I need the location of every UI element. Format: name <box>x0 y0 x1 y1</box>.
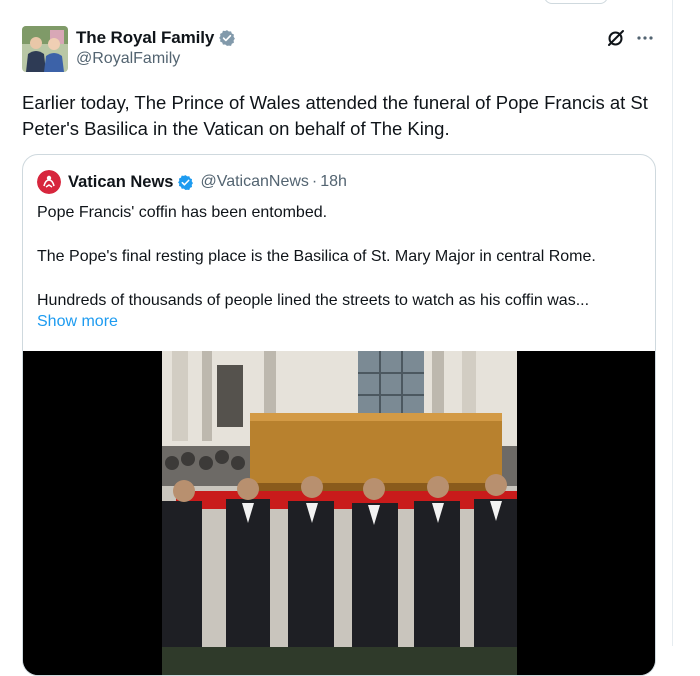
author-block: The Royal Family @RoyalFamily <box>76 27 236 68</box>
video-frame <box>162 351 517 675</box>
quoted-author-avatar[interactable] <box>37 170 61 194</box>
quoted-timestamp[interactable]: 18h <box>320 173 347 191</box>
quoted-tweet-card[interactable]: Vatican News @VaticanNews · 18h Pope Fra… <box>22 154 656 676</box>
more-icon[interactable] <box>634 28 656 48</box>
top-pill-button[interactable] <box>544 0 608 4</box>
tweet-text: Earlier today, The Prince of Wales atten… <box>22 92 648 139</box>
author-avatar[interactable] <box>22 26 68 72</box>
quoted-video[interactable] <box>23 351 655 675</box>
quoted-author-handle[interactable]: @VaticanNews <box>200 173 308 191</box>
quoted-paragraph: The Pope's final resting place is the Ba… <box>37 248 596 265</box>
author-handle[interactable]: @RoyalFamily <box>76 50 236 68</box>
quoted-author-name[interactable]: Vatican News <box>68 173 173 192</box>
grok-icon[interactable] <box>607 29 625 47</box>
verified-badge-icon[interactable] <box>218 29 236 47</box>
show-more-link[interactable]: Show more <box>37 313 118 331</box>
verified-badge-icon[interactable] <box>177 174 194 191</box>
quoted-separator: · <box>311 173 318 190</box>
quoted-tweet-header: Vatican News @VaticanNews · 18h <box>37 170 347 194</box>
quoted-paragraph: Pope Francis' coffin has been entombed. <box>37 204 328 221</box>
column-divider <box>672 0 673 646</box>
quoted-paragraph: Hundreds of thousands of people lined th… <box>37 292 590 309</box>
quoted-tweet-text: Pope Francis' coffin has been entombed. … <box>37 202 647 312</box>
author-display-name[interactable]: The Royal Family <box>76 28 214 48</box>
